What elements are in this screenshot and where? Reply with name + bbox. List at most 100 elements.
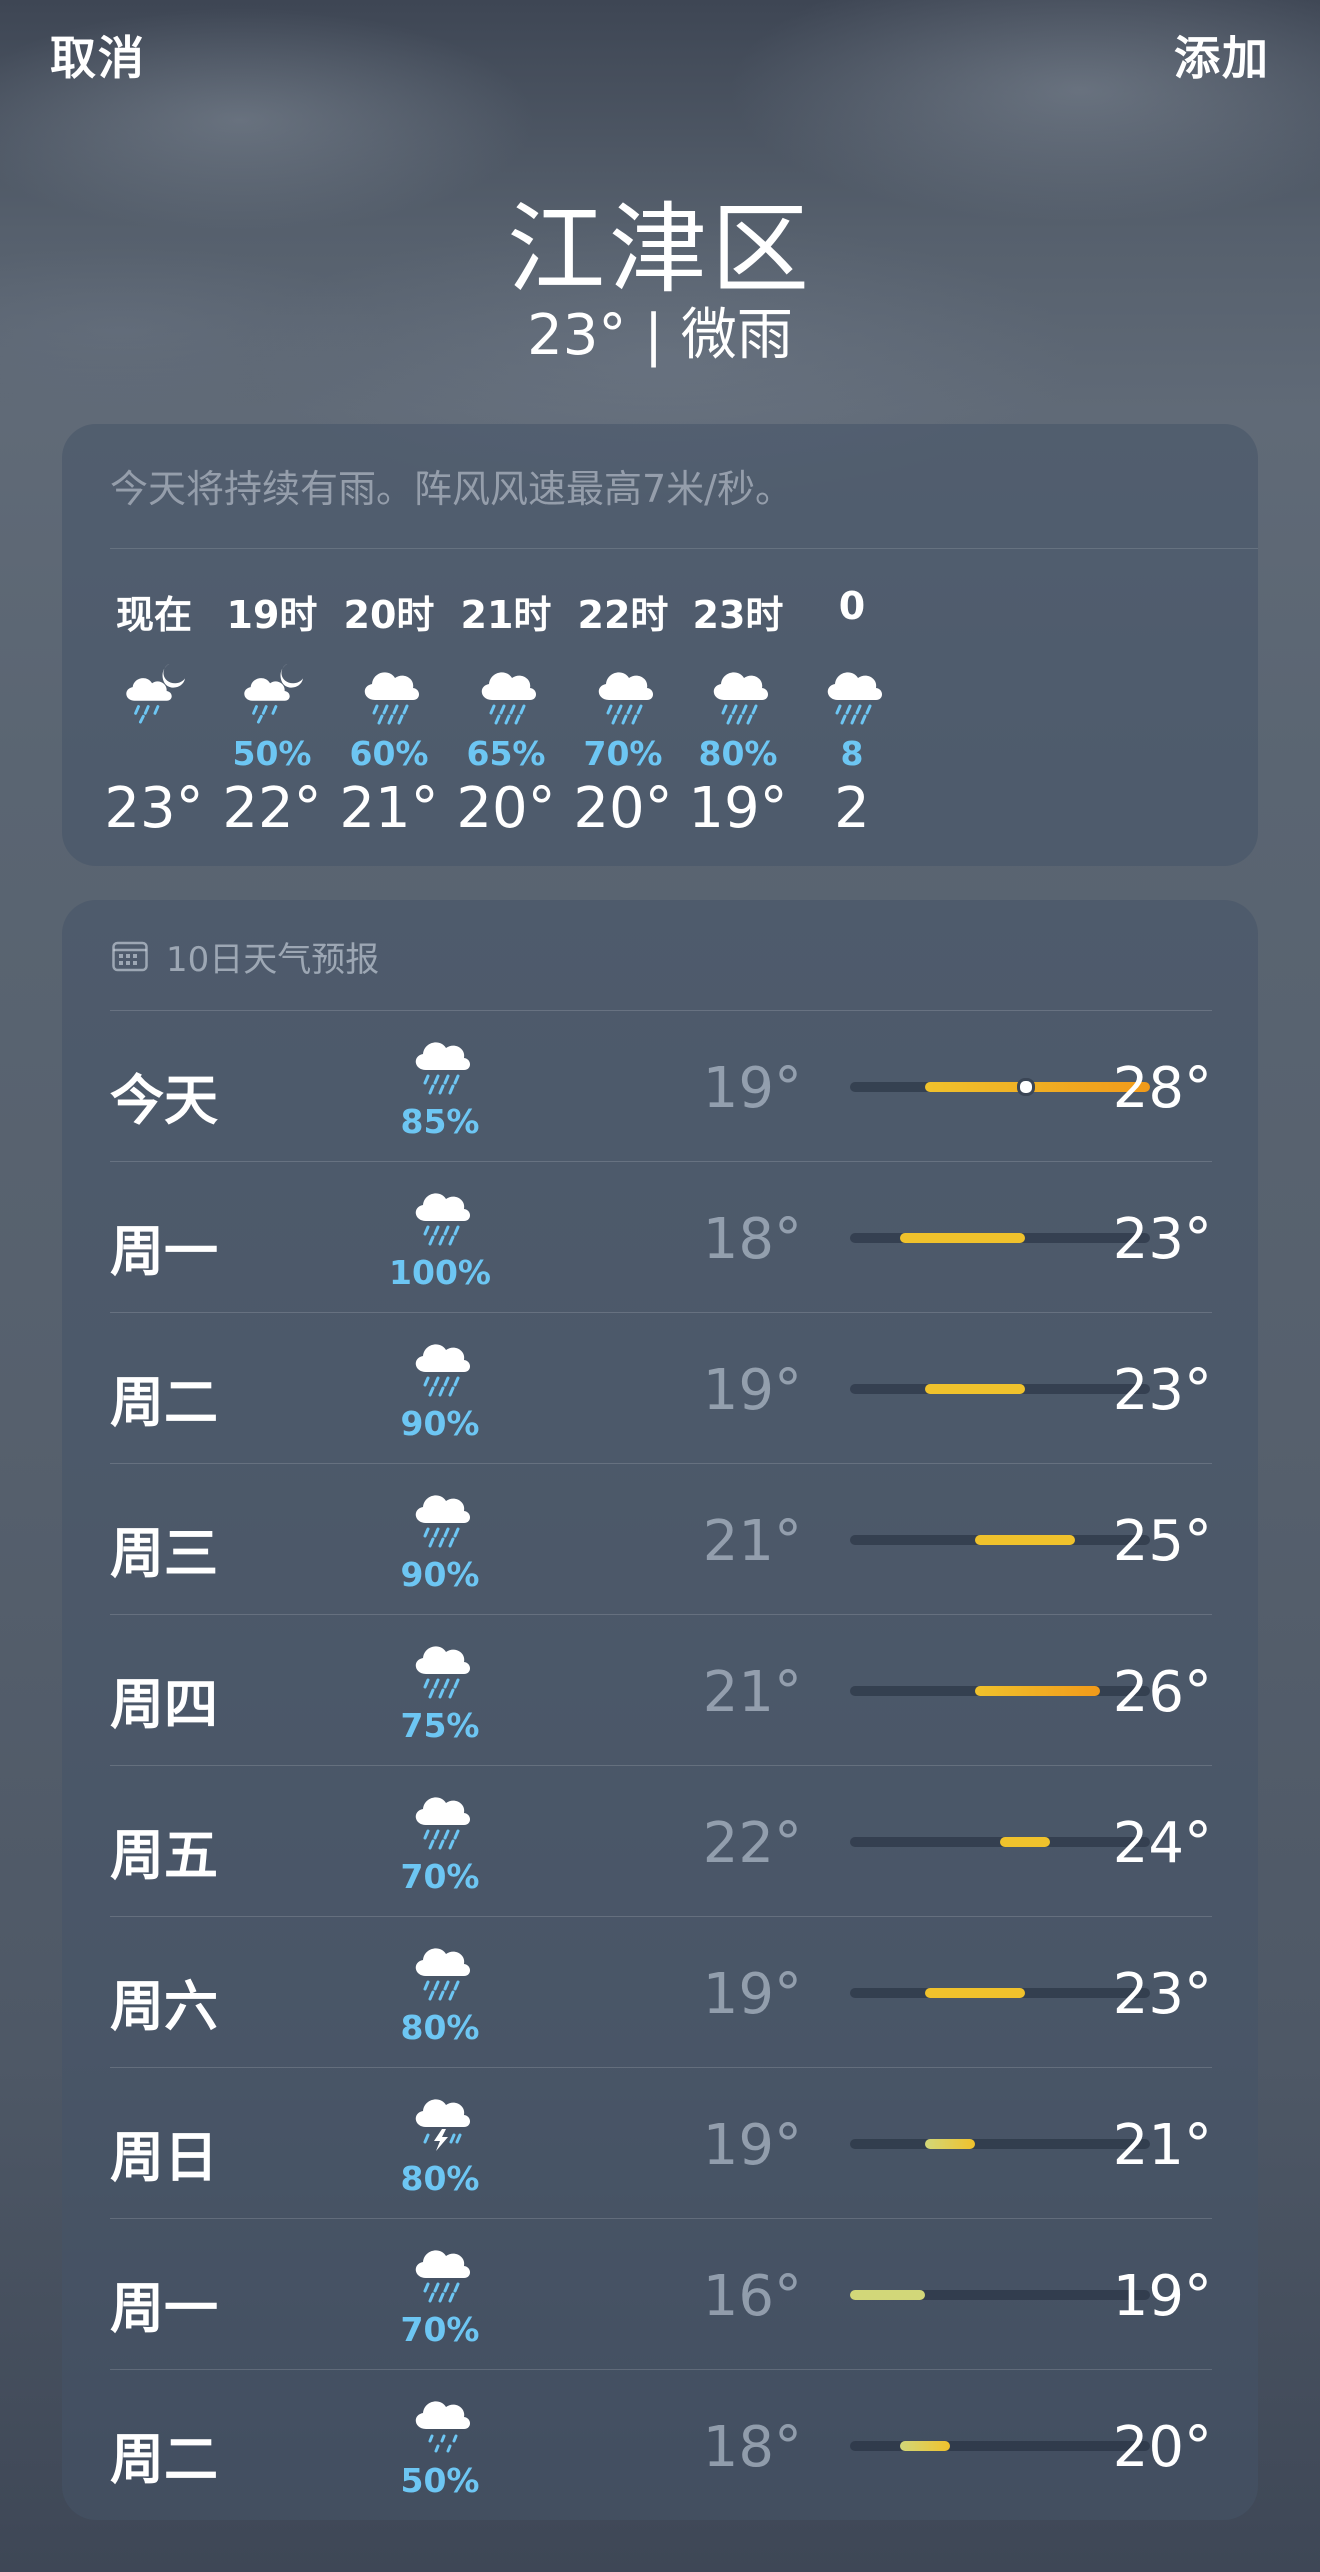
low-temp: 19° xyxy=(702,2113,802,2178)
cloud-rain-icon xyxy=(404,1634,476,1700)
low-temp: 19° xyxy=(702,1962,802,2027)
cloud-rain-icon xyxy=(404,1030,476,1096)
high-temp-value: 23° xyxy=(1112,1962,1212,2027)
cloud-rain-icon xyxy=(470,660,542,725)
day-precip: 75% xyxy=(400,1706,480,1745)
day-row[interactable]: 周二 50% 18° 20° xyxy=(110,2369,1212,2520)
day-row[interactable]: 今天 85% 19° 28° xyxy=(110,1010,1212,1161)
cloud-moon-rain-icon xyxy=(118,660,190,724)
temp-range-track xyxy=(850,1384,1150,1394)
hourly-scroller[interactable]: 现在 23° 19时 50% 22° 20时 60% 21° 21时 65% 20° 22时 70% 20… xyxy=(62,556,1258,856)
temp-range-bar xyxy=(900,2441,950,2451)
temp-range-track xyxy=(850,1988,1150,1998)
cloud-rain-icon xyxy=(816,660,888,725)
day-row[interactable]: 周一 100% 18° 23° xyxy=(110,1161,1212,1312)
low-temp: 16° xyxy=(702,2264,802,2329)
high-temp-value: 20° xyxy=(1112,2415,1212,2480)
divider xyxy=(110,2218,1212,2219)
temp-range-track xyxy=(850,1535,1150,1545)
temp-range-track xyxy=(850,2290,1150,2300)
day-precip: 70% xyxy=(400,2310,480,2349)
day-row[interactable]: 周一 70% 16° 19° xyxy=(110,2218,1212,2369)
ten-day-forecast-card[interactable]: 10日天气预报 今天 85% 19° 28° 周一 100% 18° 23° 周二 90% 19° 2… xyxy=(62,900,1258,2520)
cloud-rain-icon xyxy=(404,1332,476,1398)
temp-range-bar xyxy=(975,1535,1075,1545)
temp-range-track xyxy=(850,1233,1150,1243)
divider xyxy=(110,1010,1212,1011)
hour-precip: 8 xyxy=(840,734,864,773)
day-name: 周四 xyxy=(110,1673,218,1736)
day-name: 周一 xyxy=(110,2277,218,2340)
cloud-drizzle-icon xyxy=(404,2389,476,2455)
low-temp: 19° xyxy=(702,1358,802,1423)
cloud-rain-icon xyxy=(587,660,659,725)
high-temp-value: 23° xyxy=(1112,1358,1212,1423)
temp-range-track xyxy=(850,1078,1150,1096)
divider xyxy=(110,1765,1212,1766)
day-row[interactable]: 周二 90% 19° 23° xyxy=(110,1312,1212,1463)
day-precip: 100% xyxy=(389,1253,491,1292)
divider xyxy=(110,548,1258,549)
divider xyxy=(110,1463,1212,1464)
divider xyxy=(110,1614,1212,1615)
day-precip: 80% xyxy=(400,2008,480,2047)
temp-range-track xyxy=(850,1837,1150,1847)
low-temp: 19° xyxy=(702,1056,802,1121)
current-condition: 23° | 微雨 xyxy=(527,303,793,368)
temp-range-bar xyxy=(925,1988,1025,1998)
divider xyxy=(110,1916,1212,1917)
current-temp-marker xyxy=(1017,1078,1035,1096)
cloud-rain-icon xyxy=(404,1483,476,1549)
high-temp-value: 19° xyxy=(1112,2264,1212,2329)
day-precip: 90% xyxy=(400,1404,480,1443)
cloud-rain-icon xyxy=(404,1936,476,2002)
day-name: 周二 xyxy=(110,2428,218,2491)
low-temp: 21° xyxy=(702,1509,802,1574)
day-name: 周二 xyxy=(110,1371,218,1434)
high-temp-value: 23° xyxy=(1112,1207,1212,1272)
high-temp-value: 26° xyxy=(1112,1660,1212,1725)
cancel-button[interactable]: 取消 xyxy=(50,22,146,88)
hour-column: 0 82 xyxy=(782,556,922,856)
low-temp: 18° xyxy=(702,1207,802,1272)
day-name: 周五 xyxy=(110,1824,218,1887)
day-precip: 90% xyxy=(400,1555,480,1594)
day-row[interactable]: 周五 70% 22° 24° xyxy=(110,1765,1212,1916)
high-temp-value: 21° xyxy=(1112,2113,1212,2178)
temp-range-track xyxy=(850,2139,1150,2149)
temp-range-track xyxy=(850,2441,1150,2451)
temp-range-bar xyxy=(1000,1837,1050,1847)
day-row[interactable]: 周三 90% 21° 25° xyxy=(110,1463,1212,1614)
day-precip: 80% xyxy=(400,2159,480,2198)
high-temp-value: 24° xyxy=(1112,1811,1212,1876)
day-precip: 85% xyxy=(400,1102,480,1141)
day-name: 周三 xyxy=(110,1522,218,1585)
divider xyxy=(110,1161,1212,1162)
temp-range-bar xyxy=(925,1384,1025,1394)
hour-temp: 2 xyxy=(834,776,870,841)
low-temp: 22° xyxy=(702,1811,802,1876)
day-name: 周日 xyxy=(110,2126,218,2189)
day-row[interactable]: 周六 80% 19° 23° xyxy=(110,1916,1212,2067)
day-precip: 70% xyxy=(400,1857,480,1896)
low-temp: 18° xyxy=(702,2415,802,2480)
divider xyxy=(110,2067,1212,2068)
high-temp-value: 25° xyxy=(1112,1509,1212,1574)
hourly-forecast-card[interactable]: 今天将持续有雨。阵风风速最高7米/秒。 现在 23° 19时 50% 22° 20时 60%… xyxy=(62,424,1258,866)
cloud-rain-icon xyxy=(702,660,774,725)
cloud-bolt-rain-icon xyxy=(404,2087,476,2153)
divider xyxy=(110,2369,1212,2370)
cloud-rain-icon xyxy=(404,1181,476,1247)
ten-day-title: 10日天气预报 xyxy=(166,940,380,980)
day-row[interactable]: 周四 75% 21° 26° xyxy=(110,1614,1212,1765)
hour-label: 0 xyxy=(838,584,866,628)
cloud-rain-icon xyxy=(353,660,425,725)
day-name: 今天 xyxy=(110,1069,218,1132)
day-row[interactable]: 周日 80% 19° 21° xyxy=(110,2067,1212,2218)
day-precip: 50% xyxy=(400,2461,480,2500)
low-temp: 21° xyxy=(702,1660,802,1725)
temp-range-bar xyxy=(925,2139,975,2149)
cloud-rain-icon xyxy=(404,2238,476,2304)
add-button[interactable]: 添加 xyxy=(1174,22,1270,88)
day-name: 周六 xyxy=(110,1975,218,2038)
